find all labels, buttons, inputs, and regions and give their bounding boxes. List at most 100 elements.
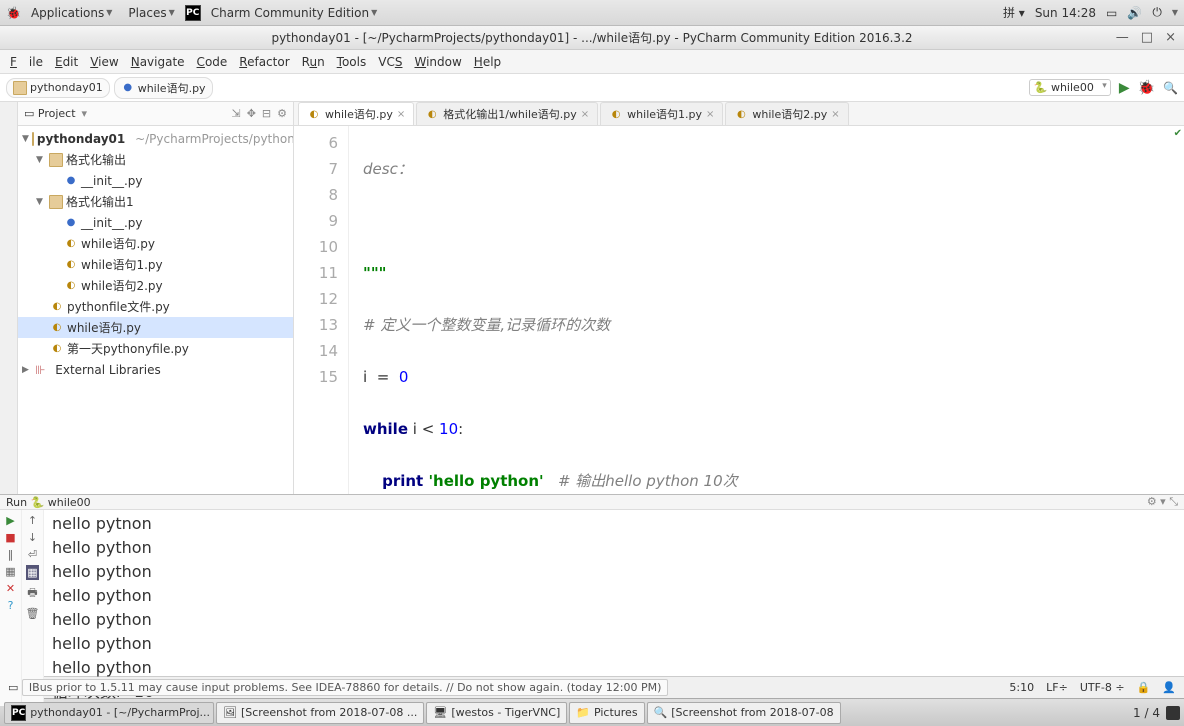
breadcrumb-project[interactable]: pythonday01 xyxy=(6,78,110,98)
down-icon[interactable]: ↓ xyxy=(28,531,37,544)
tab[interactable]: 格式化输出1/while语句.py× xyxy=(416,102,598,125)
pause-icon[interactable]: ‖ xyxy=(8,548,14,561)
system-topbar: 🐞 Applications ▼ Places ▼ PC Charm Commu… xyxy=(0,0,1184,26)
menu-vcs[interactable]: VCS xyxy=(372,52,408,72)
menubar: File Edit View Navigate Code Refactor Ru… xyxy=(0,50,1184,74)
code-area[interactable]: ✔ 6789101112131415 desc： """ # 定义一个整数变量,… xyxy=(294,126,1184,494)
run-config-combo[interactable]: 🐍 while00 xyxy=(1029,79,1111,96)
close-icon[interactable]: × xyxy=(831,109,839,120)
gutter: 6789101112131415 xyxy=(294,126,349,494)
tree-root[interactable]: ▼pythonday01 ~/PycharmProjects/pythonday xyxy=(18,128,293,149)
task-pictures[interactable]: 📁 Pictures xyxy=(569,702,644,724)
wrap-icon[interactable]: ⏎ xyxy=(28,548,37,561)
run-header: Run 🐍 while00 ⚙ ▾ ⤡ xyxy=(0,495,1184,510)
tree-file[interactable]: while语句2.py xyxy=(18,275,293,296)
menu-refactor[interactable]: Refactor xyxy=(233,52,295,72)
system-menu-arrow[interactable]: ▼ xyxy=(1172,8,1178,17)
lock-icon[interactable]: 🔒 xyxy=(1137,681,1151,694)
tree-file[interactable]: pythonfile文件.py xyxy=(18,296,293,317)
run-tools-left: ▶ ■ ‖ ▦ ✕ ? xyxy=(0,510,22,706)
task-pycharm[interactable]: PCpythonday01 - [~/PycharmProj... xyxy=(4,702,214,724)
tab-active[interactable]: while语句.py× xyxy=(298,102,414,125)
print-icon[interactable]: 🖶 xyxy=(27,584,37,603)
breadcrumb-file[interactable]: while语句.py xyxy=(114,77,213,99)
settings-icon[interactable]: ✥ xyxy=(247,107,256,120)
layout-icon[interactable]: ▦ xyxy=(5,565,15,578)
close-icon[interactable]: × xyxy=(706,109,714,120)
run-output[interactable]: nello pytnon hello python hello python h… xyxy=(44,510,1184,706)
collapse-icon[interactable]: ⇲ xyxy=(231,107,240,120)
trash-icon[interactable]: 🗑 xyxy=(26,607,40,620)
window-minimize[interactable]: — xyxy=(1116,30,1129,45)
window-close[interactable]: × xyxy=(1165,30,1176,45)
hide-icon[interactable]: ⊟ xyxy=(262,107,271,120)
main-area: ▭ Project▾ ⇲ ✥ ⊟ ⚙ ▼pythonday01 ~/Pychar… xyxy=(0,102,1184,494)
project-tree: ▼pythonday01 ~/PycharmProjects/pythonday… xyxy=(18,126,293,494)
side-tab-structure[interactable] xyxy=(0,102,18,494)
pycharm-icon: PC xyxy=(185,5,201,21)
editor: while语句.py× 格式化输出1/while语句.py× while语句1.… xyxy=(294,102,1184,494)
tree-file[interactable]: __init__.py xyxy=(18,212,293,233)
power-icon[interactable]: ⏻ xyxy=(1152,5,1162,20)
help-icon[interactable]: ? xyxy=(8,599,14,612)
tray-icon[interactable] xyxy=(1166,706,1180,720)
tree-file-selected[interactable]: while语句.py xyxy=(18,317,293,338)
up-icon[interactable]: ↑ xyxy=(28,514,37,527)
status-hint[interactable]: IBus prior to 1.5.11 may cause input pro… xyxy=(22,679,668,696)
tab[interactable]: while语句1.py× xyxy=(600,102,723,125)
menu-help[interactable]: Help xyxy=(468,52,507,72)
task-screenshot2[interactable]: 🔍 [Screenshot from 2018-07-08 xyxy=(647,702,841,724)
close-icon[interactable]: × xyxy=(397,109,405,120)
hector-icon[interactable]: 👤 xyxy=(1162,681,1176,694)
run-button[interactable]: ▶ xyxy=(1119,80,1130,96)
close-icon[interactable]: ✕ xyxy=(6,582,15,595)
menu-window[interactable]: Window xyxy=(408,52,467,72)
debug-button[interactable]: 🐞 xyxy=(1138,80,1155,96)
display-icon[interactable]: ▭ xyxy=(1106,6,1117,20)
menu-tools[interactable]: Tools xyxy=(331,52,373,72)
menu-edit[interactable]: Edit xyxy=(49,52,84,72)
tree-dir[interactable]: ▼格式化输出1 xyxy=(18,191,293,212)
clock[interactable]: Sun 14:28 xyxy=(1035,6,1096,20)
search-icon[interactable]: 🔍 xyxy=(1163,81,1178,95)
menu-navigate[interactable]: Navigate xyxy=(125,52,191,72)
app-menu[interactable]: Charm Community Edition ▼ xyxy=(205,4,384,22)
line-separator[interactable]: LF÷ xyxy=(1046,681,1068,694)
window-title: pythonday01 - [~/PycharmProjects/pythond… xyxy=(271,29,912,46)
workspace-indicator[interactable]: 1 / 4 xyxy=(1133,706,1160,720)
stop-icon[interactable]: ■ xyxy=(5,531,15,544)
code-body[interactable]: desc： """ # 定义一个整数变量,记录循环的次数 i = 0 while… xyxy=(349,126,1184,494)
filter-icon[interactable]: ▦ xyxy=(26,565,38,580)
rerun-icon[interactable]: ▶ xyxy=(6,514,14,527)
project-header: ▭ Project▾ ⇲ ✥ ⊟ ⚙ xyxy=(18,102,293,126)
tree-ext-libs[interactable]: ▶⊪ External Libraries xyxy=(18,359,293,380)
places-menu[interactable]: Places ▼ xyxy=(122,4,180,22)
task-tigervnc[interactable]: 🖥 [westos - TigerVNC] xyxy=(426,702,567,724)
tree-file[interactable]: while语句.py xyxy=(18,233,293,254)
tree-file[interactable]: __init__.py xyxy=(18,170,293,191)
applications-menu[interactable]: Applications ▼ xyxy=(25,4,118,22)
menu-run[interactable]: Run xyxy=(296,52,331,72)
menu-view[interactable]: View xyxy=(84,52,124,72)
tree-file[interactable]: 第一天pythonyfile.py xyxy=(18,338,293,359)
task-screenshot1[interactable]: 🖼 [Screenshot from 2018-07-08 ... xyxy=(216,702,424,724)
run-tools-right: ↑ ↓ ⏎ ▦ 🖶 🗑 xyxy=(22,510,44,706)
menu-code[interactable]: Code xyxy=(191,52,234,72)
ok-marker: ✔ xyxy=(1174,128,1182,139)
window-titlebar: pythonday01 - [~/PycharmProjects/pythond… xyxy=(0,26,1184,50)
tree-file[interactable]: while语句1.py xyxy=(18,254,293,275)
input-method-icon[interactable]: 拼 ▾ xyxy=(1003,4,1025,21)
gear-icon[interactable]: ⚙ xyxy=(277,107,287,120)
close-icon[interactable]: × xyxy=(581,109,589,120)
encoding[interactable]: UTF-8 ÷ xyxy=(1080,681,1125,694)
activities-icon: 🐞 xyxy=(6,6,21,20)
volume-icon[interactable]: 🔊 xyxy=(1127,6,1142,20)
tree-dir[interactable]: ▼格式化输出 xyxy=(18,149,293,170)
tab[interactable]: while语句2.py× xyxy=(725,102,848,125)
editor-tabs: while语句.py× 格式化输出1/while语句.py× while语句1.… xyxy=(294,102,1184,126)
status-icon[interactable]: ▭ xyxy=(8,681,18,694)
menu-file[interactable]: File xyxy=(4,52,49,72)
project-pane: ▭ Project▾ ⇲ ✥ ⊟ ⚙ ▼pythonday01 ~/Pychar… xyxy=(18,102,294,494)
gear-icon[interactable]: ⚙ ▾ ⤡ xyxy=(1147,495,1178,509)
window-maximize[interactable]: □ xyxy=(1141,30,1153,45)
